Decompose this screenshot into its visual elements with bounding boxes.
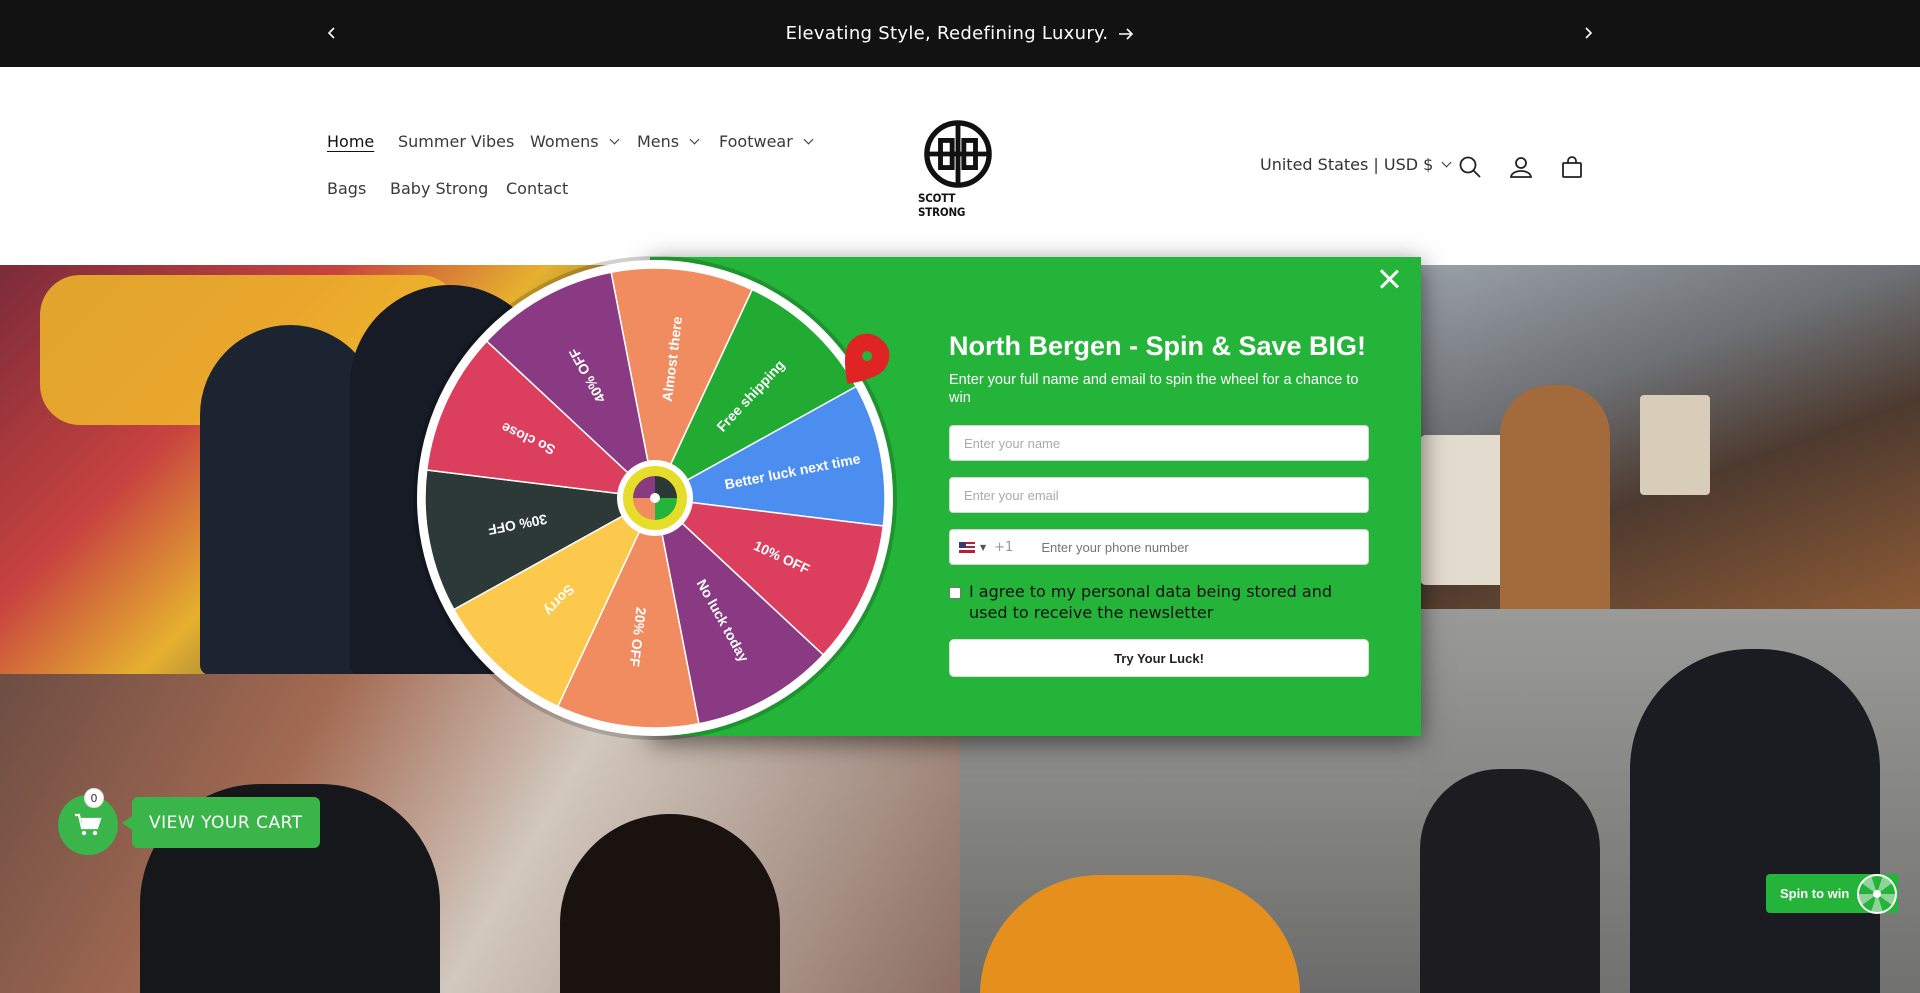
nav-womens[interactable]: Womens [530,132,620,151]
mini-wheel-icon [1857,874,1897,914]
hero-image-orange-hoodie-left [960,735,1420,993]
cart-button[interactable] [1558,153,1586,181]
chevron-down-icon [803,134,814,145]
chevron-down-icon [689,134,700,145]
chevron-down-icon [1441,157,1452,168]
account-button[interactable] [1507,153,1535,181]
cart-icon [75,813,102,836]
us-flag-icon[interactable] [959,541,975,553]
announcement-link[interactable]: Elevating Style, Redefining Luxury. [786,23,1135,44]
phone-field: ▼ +1 [949,529,1369,565]
search-button[interactable] [1456,153,1484,181]
email-input[interactable] [949,477,1369,513]
try-your-luck-button[interactable]: Try Your Luck! [949,639,1369,677]
nav-baby-strong[interactable]: Baby Strong [390,179,488,198]
spin-to-win-label: Spin to win [1780,886,1850,901]
close-popup-button[interactable] [1376,266,1402,292]
announcement-prev-button[interactable] [320,21,344,45]
cart-count-badge: 0 [84,788,104,808]
chevron-down-icon [609,134,620,145]
nav-summer-vibes[interactable]: Summer Vibes [398,132,514,151]
phone-country-code: +1 [994,539,1014,555]
user-icon [1509,157,1533,178]
prize-wheel-svg: Almost there Free shippingBetter luck nex… [413,256,897,740]
nav-bags-label: Bags [327,179,367,198]
bag-icon [1562,156,1582,178]
spin-form-fields: ▼ +1 I agree to my personal data being s… [949,330,1369,680]
search-icon [1459,156,1481,178]
prize-wheel[interactable]: Almost there Free shipping Better luck nex… [405,248,905,748]
view-cart-label: VIEW YOUR CART [149,812,303,833]
nav-home-label: Home [327,132,375,151]
view-cart-button[interactable]: VIEW YOUR CART [122,797,320,848]
hero-image-shopping-bags [1420,265,1920,609]
arrow-right-icon [1119,27,1134,40]
hero-image-orange-hoodie [1420,609,1920,993]
country-label: United States | USD $ [1260,155,1434,174]
consent-checkbox[interactable] [949,587,961,599]
brand-logo[interactable]: SCOTT STRONG [918,119,998,219]
nav-baby-strong-label: Baby Strong [390,179,489,198]
nav-footwear-label: Footwear [719,132,793,151]
nav-womens-label: Womens [530,132,599,151]
nav-contact-label: Contact [506,179,569,198]
nav-mens-label: Mens [637,132,680,151]
consent-checkbox-row[interactable]: I agree to my personal data being stored… [949,581,1369,623]
phone-input[interactable] [1041,539,1342,555]
name-input[interactable] [949,425,1369,461]
consent-label: I agree to my personal data being stored… [969,582,1332,622]
caret-down-icon: ▼ [980,542,987,552]
nav-footwear[interactable]: Footwear [719,132,814,151]
announcement-next-button[interactable] [1576,21,1600,45]
chevron-right-icon [1585,27,1593,39]
nav-contact[interactable]: Contact [506,179,568,198]
nav-summer-vibes-label: Summer Vibes [398,132,515,151]
site-header: Home Summer Vibes Womens Mens Footwear B… [0,67,1920,265]
nav-mens[interactable]: Mens [637,132,700,151]
logo-mark-icon [924,120,992,188]
country-selector[interactable]: United States | USD $ [1260,155,1452,174]
announcement-text: Elevating Style, Redefining Luxury. [785,23,1109,44]
nav-home[interactable]: Home [327,132,374,151]
announcement-bar: Elevating Style, Redefining Luxury. [0,0,1920,67]
chevron-left-icon [327,27,335,39]
logo-text: SCOTT STRONG [918,191,966,219]
nav-bags[interactable]: Bags [327,179,366,198]
